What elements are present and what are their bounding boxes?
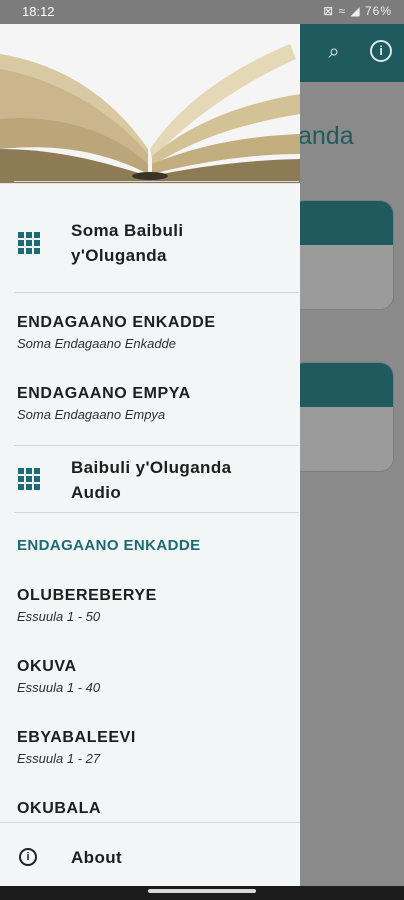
open-book-icon: [0, 24, 300, 183]
book-chapters: Essuula 1 - 50: [17, 609, 101, 624]
divider: [14, 512, 299, 513]
book-chapters: Essuula 1 - 27: [17, 751, 101, 766]
grid-icon: [18, 232, 40, 254]
divider: [14, 292, 299, 293]
menu-item-label: Baibuli y'Oluganda Audio: [71, 458, 232, 502]
book-title: EBYABALEEVI: [17, 729, 136, 746]
info-icon: i: [19, 848, 37, 866]
gesture-handle[interactable]: [148, 889, 256, 893]
old-testament-subtitle: Soma Endagaano Enkadde: [17, 336, 177, 351]
status-indicators: ⊠ ≈ ◢ 76%: [323, 4, 392, 18]
menu-item-label: Soma Baibuli y'Oluganda: [71, 221, 184, 265]
page-title-fragment: anda: [298, 122, 354, 150]
book-title: OLUBEREBERYE: [17, 587, 157, 604]
divider: [14, 181, 299, 182]
about-button[interactable]: i About: [0, 822, 300, 886]
background-card: [290, 200, 394, 310]
info-icon: i: [370, 40, 392, 62]
book-item[interactable]: EBYABALEEVI Essuula 1 - 27: [0, 721, 300, 783]
old-testament-title: ENDAGAANO ENKADDE: [17, 314, 216, 331]
section-heading: ENDAGAANO ENKADDE: [17, 537, 201, 554]
menu-item-audio-bible[interactable]: Baibuli y'Oluganda Audio: [0, 446, 300, 512]
menu-item-new-testament[interactable]: ENDAGAANO EMPYA Soma Endagaano Empya: [0, 376, 300, 436]
new-testament-title: ENDAGAANO EMPYA: [17, 385, 191, 402]
status-time: 18:12: [22, 4, 55, 19]
new-testament-subtitle: Soma Endagaano Empya: [17, 407, 166, 422]
menu-item-old-testament[interactable]: ENDAGAANO ENKADDE Soma Endagaano Enkadde: [0, 304, 300, 364]
search-icon: ⌕: [328, 41, 340, 63]
book-item[interactable]: OLUBEREBERYE Essuula 1 - 50: [0, 579, 300, 641]
background-card: [290, 362, 394, 472]
book-chapters: Essuula 1 - 40: [17, 680, 101, 695]
status-bar: 18:12 ⊠ ≈ ◢ 76%: [0, 0, 404, 24]
grid-icon: [18, 468, 40, 490]
navigation-drawer: Soma Baibuli y'Oluganda ENDAGAANO ENKADD…: [0, 24, 300, 886]
menu-item-read-bible[interactable]: Soma Baibuli y'Oluganda: [0, 184, 300, 292]
book-title: OKUBALA: [17, 800, 102, 817]
book-title: OKUVA: [17, 658, 77, 675]
book-item[interactable]: OKUVA Essuula 1 - 40: [0, 650, 300, 712]
system-navigation-bar: [0, 886, 404, 900]
drawer-header-image: [0, 24, 300, 184]
about-label: About: [71, 848, 123, 867]
